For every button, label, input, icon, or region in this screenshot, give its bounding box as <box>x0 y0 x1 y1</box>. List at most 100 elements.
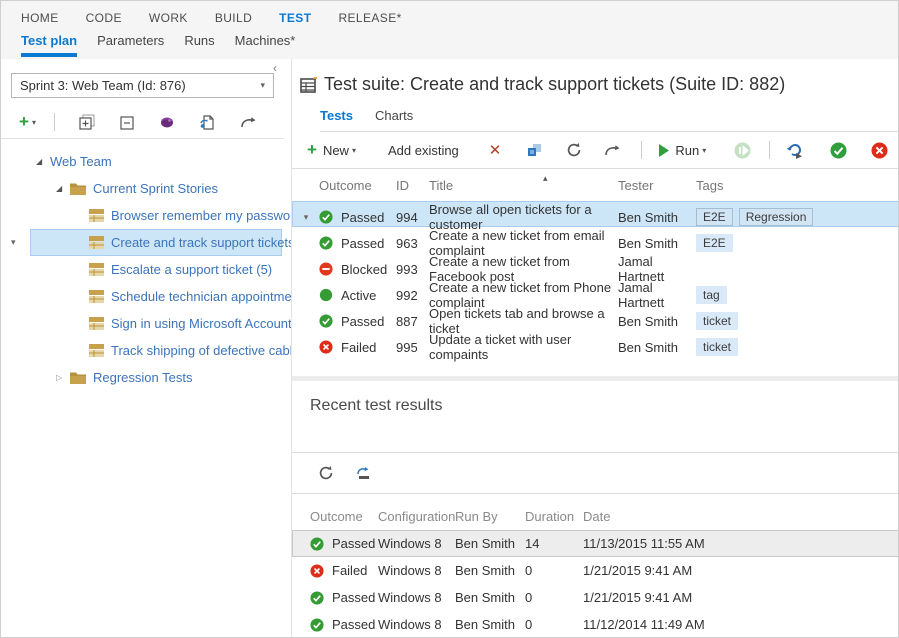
new-test-button[interactable]: + New ▾ <box>307 142 356 158</box>
collapse-all-icon[interactable] <box>119 114 135 130</box>
col-title[interactable]: Title <box>429 178 618 193</box>
test-id: 993 <box>396 262 429 277</box>
export-arrow-icon[interactable] <box>240 115 257 130</box>
tree-node-label: Escalate a support ticket (5) <box>111 262 272 277</box>
tree-node-web-team[interactable]: ◢ Web Team <box>1 148 284 175</box>
result-row[interactable]: Passed Windows 8 Ben Smith 14 11/13/2015… <box>292 530 899 557</box>
tab-tests[interactable]: Tests <box>320 108 353 123</box>
configuration: Windows 8 <box>378 536 455 551</box>
tree-node-browser-remember-password[interactable]: Browser remember my password (4) <box>1 202 284 229</box>
nav-item-build[interactable]: BUILD <box>215 11 252 25</box>
result-row[interactable]: Failed Windows 8 Ben Smith 0 1/21/2015 9… <box>292 557 899 584</box>
open-result-icon[interactable] <box>356 466 372 481</box>
plus-icon: + <box>19 114 29 130</box>
test-row[interactable]: Passed 887 Open tickets tab and browse a… <box>292 305 899 331</box>
outcome-text: Passed <box>341 314 384 329</box>
run-date: 11/12/2014 11:49 AM <box>583 617 899 632</box>
test-row[interactable]: Active 992 Create a new ticket from Phon… <box>292 279 899 305</box>
tree-node-label: Track shipping of defective cable b... <box>111 343 322 358</box>
context-menu-chevron-icon[interactable]: ▾ <box>11 237 16 248</box>
outcome-text: Passed <box>341 236 384 251</box>
results-toolbar <box>292 453 899 494</box>
run-button[interactable]: Run ▾ <box>658 143 706 158</box>
sub-nav: Test plan Parameters Runs Machines* <box>21 33 898 57</box>
nav-item-home[interactable]: HOME <box>21 11 59 25</box>
col-tester[interactable]: Tester <box>618 178 696 193</box>
col-outcome[interactable]: Outcome <box>319 178 396 193</box>
expand-all-icon[interactable] <box>79 114 95 130</box>
sync-suite-icon[interactable] <box>199 114 216 131</box>
tree-node-schedule-technician[interactable]: Schedule technician appointments ... <box>1 283 284 310</box>
test-row[interactable]: Failed 995 Update a ticket with user com… <box>292 331 899 357</box>
result-row[interactable]: Passed Windows 8 Ben Smith 0 11/12/2014 … <box>292 611 899 638</box>
configuration: Windows 8 <box>378 590 455 605</box>
nav-item-test[interactable]: TEST <box>279 11 311 25</box>
nav-item-release[interactable]: RELEASE* <box>338 11 401 25</box>
duration: 14 <box>525 536 583 551</box>
test-plan-selector-value: Sprint 3: Web Team (Id: 876) <box>20 78 186 93</box>
tag-chip: ticket <box>696 338 738 356</box>
test-id: 963 <box>396 236 429 251</box>
test-row[interactable]: ▾ Passed 994 Browse all open tickets for… <box>292 201 899 227</box>
tree-node-regression-tests[interactable]: ▷ Regression Tests <box>1 364 284 391</box>
tester-name: Ben Smith <box>618 314 696 329</box>
col-run-by[interactable]: Run By <box>455 509 525 524</box>
configuration: Windows 8 <box>378 617 455 632</box>
tree-node-track-shipping[interactable]: Track shipping of defective cable b... <box>1 337 284 364</box>
tree-node-create-track-support-tickets[interactable]: ▾ Create and track support tickets (6) <box>30 229 282 256</box>
refresh-icon[interactable] <box>318 465 334 481</box>
nav-item-code[interactable]: CODE <box>86 11 122 25</box>
expander-collapsed-icon[interactable]: ▷ <box>56 373 70 382</box>
run-with-options-icon[interactable] <box>786 142 804 159</box>
new-suite-button[interactable]: + ▾ <box>19 114 36 130</box>
test-row[interactable]: Passed 963 Create a new ticket from emai… <box>292 227 899 253</box>
folder-icon <box>70 371 86 384</box>
context-menu-chevron-icon[interactable]: ▾ <box>293 212 319 223</box>
outcome-text: Failed <box>341 340 376 355</box>
test-title[interactable]: Update a ticket with user compaints <box>429 332 618 362</box>
test-plan-selector[interactable]: Sprint 3: Web Team (Id: 876) ▾ <box>11 73 274 98</box>
col-id[interactable]: ID <box>396 178 429 193</box>
col-duration[interactable]: Duration <box>525 509 583 524</box>
delete-icon[interactable]: ✕ <box>489 141 502 159</box>
toolbar-divider <box>769 141 770 159</box>
requirement-suite-icon <box>89 263 104 276</box>
export-arrow-icon[interactable] <box>604 143 621 158</box>
new-test-label: New <box>323 143 349 158</box>
tab-test-plan[interactable]: Test plan <box>21 33 77 57</box>
refresh-icon[interactable] <box>566 142 582 158</box>
collapse-sidebar-icon[interactable]: ‹ <box>273 61 277 75</box>
result-row[interactable]: Passed Windows 8 Ben Smith 0 1/21/2015 9… <box>292 584 899 611</box>
col-date[interactable]: Date <box>583 509 899 524</box>
results-grid: Outcome Configuration Run By Duration Da… <box>292 494 899 638</box>
nav-item-work[interactable]: WORK <box>149 11 188 25</box>
add-existing-button[interactable]: Add existing <box>388 143 459 158</box>
requirement-suite-icon <box>89 317 104 330</box>
sidebar-toolbar: + ▾ <box>19 109 274 135</box>
tab-charts[interactable]: Charts <box>375 108 413 123</box>
tab-runs[interactable]: Runs <box>184 33 214 57</box>
col-configuration[interactable]: Configuration <box>378 509 455 524</box>
open-in-mtm-icon[interactable] <box>159 114 175 130</box>
outcome-text: Passed <box>332 617 375 632</box>
col-outcome[interactable]: Outcome <box>310 509 378 524</box>
tree-node-sign-in-microsoft[interactable]: Sign in using Microsoft Accounts (4) <box>1 310 284 337</box>
column-options-icon[interactable] <box>527 143 542 157</box>
mark-failed-icon[interactable] <box>871 142 888 159</box>
test-row[interactable]: Blocked 993 Create a new ticket from Fac… <box>292 253 899 279</box>
requirement-suite-icon <box>89 209 104 222</box>
tab-machines[interactable]: Machines* <box>235 33 296 57</box>
tree-node-escalate-support-ticket[interactable]: Escalate a support ticket (5) <box>1 256 284 283</box>
col-tags[interactable]: Tags <box>696 178 899 193</box>
expander-expanded-icon[interactable]: ◢ <box>36 157 50 166</box>
toolbar-divider <box>641 141 642 159</box>
mark-passed-icon[interactable] <box>830 142 847 159</box>
outcome-text: Active <box>341 288 376 303</box>
duration: 0 <box>525 617 583 632</box>
tab-parameters[interactable]: Parameters <box>97 33 164 57</box>
chevron-down-icon: ▾ <box>260 80 265 91</box>
tree-node-current-sprint-stories[interactable]: ◢ Current Sprint Stories <box>1 175 284 202</box>
expander-expanded-icon[interactable]: ◢ <box>56 184 70 193</box>
suite-grid-icon <box>300 77 317 93</box>
requirement-suite-icon <box>89 290 104 303</box>
